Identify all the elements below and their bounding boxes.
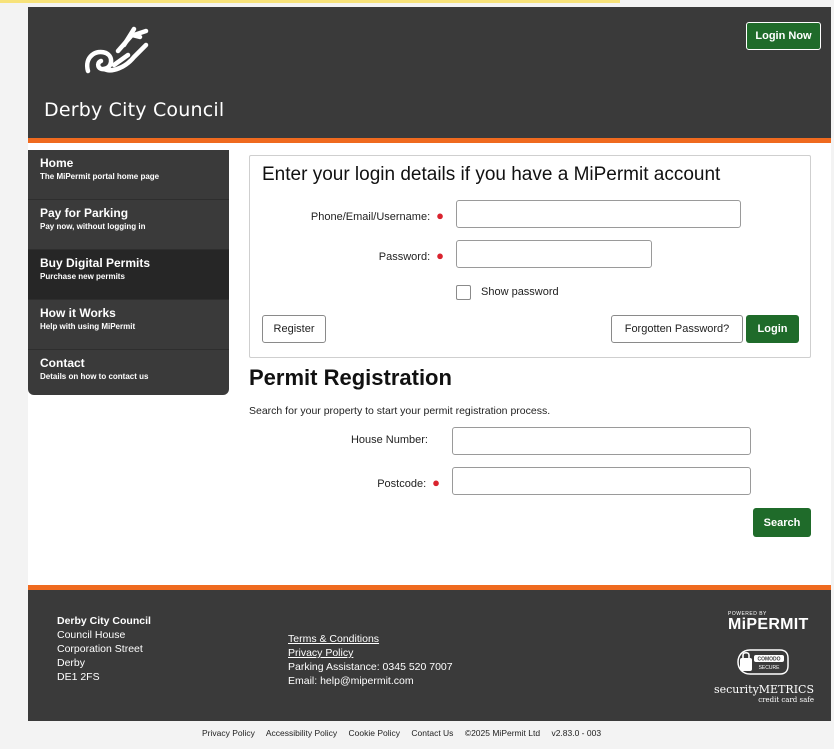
forgotten-password-button[interactable]: Forgotten Password?	[611, 315, 743, 343]
login-now-button[interactable]: Login Now	[746, 22, 821, 50]
privacy-link[interactable]: Privacy Policy	[288, 646, 453, 660]
search-button[interactable]: Search	[753, 508, 811, 537]
sidebar-item-subtitle: Help with using MiPermit	[40, 322, 136, 331]
house-number-label: House Number:	[350, 434, 428, 446]
password-label: Password: ●	[379, 248, 444, 263]
permit-registration-description: Search for your property to start your p…	[249, 405, 551, 417]
sidebar-item-home[interactable]: Home The MiPermit portal home page	[28, 150, 229, 200]
powered-by-mipermit: POWERED BY MiPERMIT	[728, 611, 818, 633]
cookie-policy-link[interactable]: Cookie Policy	[349, 728, 401, 738]
sidebar-item-subtitle: Pay now, without logging in	[40, 222, 146, 231]
privacy-policy-link[interactable]: Privacy Policy	[202, 728, 255, 738]
show-password-checkbox[interactable]	[456, 285, 471, 300]
postcode-input[interactable]	[452, 467, 751, 495]
address-line: Derby	[57, 657, 86, 669]
register-button[interactable]: Register	[262, 315, 326, 343]
postcode-label: Postcode: ●	[377, 475, 440, 490]
credit-card-safe-text: credit card safe	[758, 696, 814, 704]
sidebar-item-title: Buy Digital Permits	[40, 256, 151, 270]
comodo-secure-icon: COMODO SECURE	[737, 649, 789, 675]
contact-us-link[interactable]: Contact Us	[411, 728, 453, 738]
address-line: Derby City Council	[57, 615, 151, 627]
sidebar-item-subtitle: Details on how to contact us	[40, 372, 149, 381]
sidebar-item-title: Contact	[40, 356, 85, 370]
comodo-text: COMODO	[757, 657, 780, 663]
required-marker: ●	[436, 208, 444, 223]
footer-links: Terms & Conditions Privacy Policy Parkin…	[288, 632, 453, 688]
sidebar-item-contact[interactable]: Contact Details on how to contact us	[28, 350, 229, 395]
footer-email-text: Email: help@mipermit.com	[288, 675, 414, 687]
sidebar-item-subtitle: Purchase new permits	[40, 272, 125, 281]
login-panel: Enter your login details if you have a M…	[249, 155, 811, 358]
sidebar-item-how-it-works[interactable]: How it Works Help with using MiPermit	[28, 300, 229, 350]
required-marker: ●	[436, 248, 444, 263]
username-label-text: Phone/Email/Username:	[310, 211, 431, 223]
sidebar-item-subtitle: The MiPermit portal home page	[40, 172, 160, 181]
address-line: Corporation Street	[57, 643, 143, 655]
bottom-links-bar: Privacy Policy Accessibility Policy Cook…	[202, 728, 610, 738]
sidebar-item-buy-digital-permits[interactable]: Buy Digital Permits Purchase new permits	[28, 250, 229, 300]
show-password-label: Show password	[481, 286, 559, 298]
council-address: Derby City Council Council House Corpora…	[57, 614, 151, 684]
copyright-text: ©2025 MiPermit Ltd	[464, 728, 541, 738]
sidebar-nav: Home The MiPermit portal home page Pay f…	[28, 150, 229, 395]
sidebar-item-title: How it Works	[40, 306, 116, 320]
sidebar-item-pay-for-parking[interactable]: Pay for Parking Pay now, without logging…	[28, 200, 229, 250]
password-input[interactable]	[456, 240, 652, 268]
sidebar-item-title: Home	[40, 156, 74, 170]
house-number-input[interactable]	[452, 427, 751, 455]
site-header: Derby City Council Login Now	[28, 7, 831, 143]
login-button[interactable]: Login	[746, 315, 799, 343]
derby-ram-logo-icon[interactable]	[74, 21, 154, 87]
username-label: Phone/Email/Username: ●	[311, 208, 444, 223]
login-heading: Enter your login details if you have a M…	[262, 164, 721, 185]
top-highlight-strip	[0, 0, 620, 3]
version-text: v2.83.0 - 003	[551, 728, 602, 738]
terms-link[interactable]: Terms & Conditions	[288, 632, 453, 646]
accessibility-policy-link[interactable]: Accessibility Policy	[266, 728, 337, 738]
address-line: DE1 2FS	[57, 671, 100, 683]
permit-registration-heading: Permit Registration	[249, 365, 452, 390]
site-footer: Derby City Council Council House Corpora…	[28, 585, 831, 721]
mipermit-brand: MiPERMIT	[728, 616, 809, 633]
security-metrics-badge: securityMETRICS credit card safe	[710, 683, 814, 705]
council-name: Derby City Council	[44, 99, 225, 121]
address-line: Council House	[57, 629, 126, 641]
password-label-text: Password:	[378, 251, 431, 263]
secure-text: SECURE	[759, 665, 781, 671]
parking-assistance-text: Parking Assistance: 0345 520 7007	[288, 661, 453, 673]
postcode-label-text: Postcode:	[377, 478, 427, 490]
page-container: Derby City Council Login Now Home The Mi…	[28, 7, 831, 721]
security-metrics-text: securityMETRICS	[713, 683, 814, 696]
required-marker: ●	[432, 475, 440, 490]
sidebar-item-title: Pay for Parking	[40, 206, 129, 220]
username-input[interactable]	[456, 200, 741, 228]
